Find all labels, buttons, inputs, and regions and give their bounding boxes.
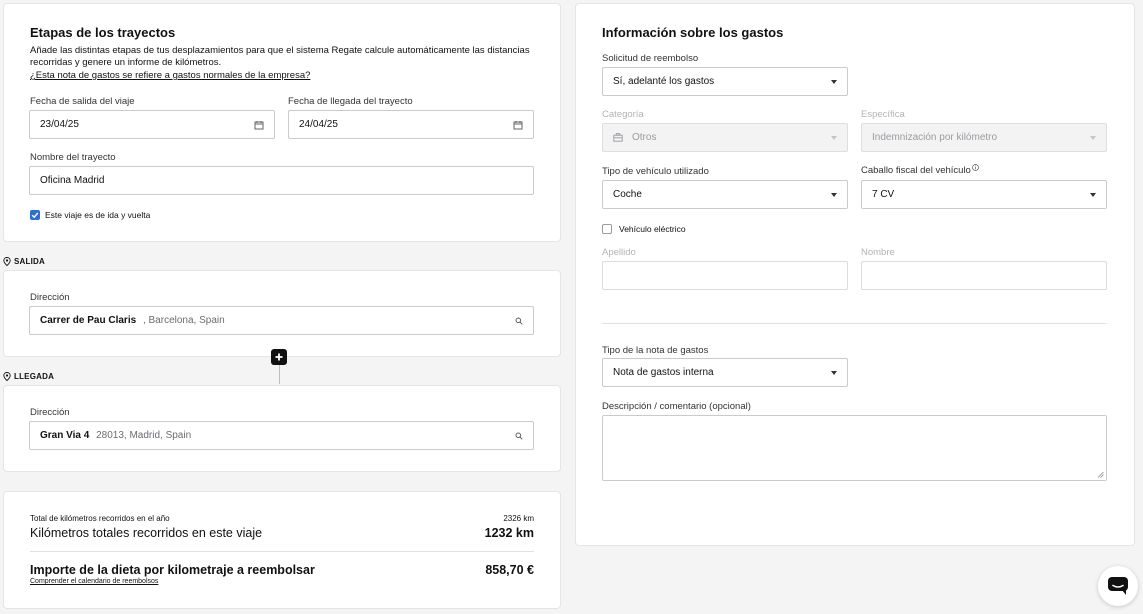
check-icon — [31, 212, 39, 219]
vehicle-value: Coche — [613, 189, 642, 200]
departure-date-input[interactable]: 23/04/25 — [29, 110, 275, 139]
arrival-date-input[interactable]: 24/04/25 — [288, 110, 534, 139]
pin-icon — [3, 257, 11, 266]
trip-name-value: Oficina Madrid — [40, 175, 105, 186]
trip-stages-title: Etapas de los trayectos — [30, 25, 176, 40]
search-icon[interactable] — [515, 432, 523, 440]
category-label: Categoría — [602, 109, 644, 120]
round-trip-checkbox[interactable] — [30, 210, 40, 220]
note-type-label: Tipo de la nota de gastos — [602, 345, 709, 356]
arrival-section-label: LLEGADA — [3, 372, 54, 381]
trip-km-value: 1232 km — [484, 526, 534, 540]
chat-button[interactable] — [1098, 566, 1138, 606]
fiscal-label: Caballo fiscal del vehículo — [861, 164, 979, 176]
arrival-address-input[interactable]: Gran Via 4 28013, Madrid, Spain — [29, 421, 534, 450]
specific-select[interactable]: Indemnización por kilómetro — [861, 123, 1107, 152]
departure-address-main: Carrer de Pau Claris — [40, 315, 137, 326]
reimburse-value: 858,70 € — [485, 563, 534, 577]
refund-select[interactable]: Sí, adelanté los gastos — [602, 67, 848, 96]
arrival-date-value: 24/04/25 — [299, 119, 338, 130]
calendar-icon[interactable] — [513, 120, 523, 130]
chevron-down-icon — [831, 135, 837, 140]
round-trip-label: Este viaje es de ida y vuelta — [45, 210, 151, 220]
departure-date-label: Fecha de salida del viaje — [30, 96, 135, 107]
departure-section-label: SALIDA — [3, 257, 45, 266]
year-km-value: 2326 km — [503, 514, 534, 523]
comment-textarea[interactable] — [602, 415, 1107, 481]
refund-value: Sí, adelanté los gastos — [613, 76, 715, 87]
add-stage-button[interactable] — [271, 349, 287, 365]
arrival-date-label: Fecha de llegada del trayecto — [288, 96, 413, 107]
vehicle-select[interactable]: Coche — [602, 180, 848, 209]
specific-value: Indemnización por kilómetro — [872, 132, 998, 143]
trip-stages-description: Añade las distintas etapas de tus despla… — [30, 45, 530, 68]
lastname-label: Apellido — [602, 247, 636, 258]
fiscal-select[interactable]: 7 CV — [861, 180, 1107, 209]
departure-address-label: Dirección — [30, 292, 70, 303]
refund-label: Solicitud de reembolso — [602, 53, 699, 64]
firstname-label: Nombre — [861, 247, 895, 258]
chevron-down-icon — [831, 370, 837, 375]
summary-card — [3, 491, 561, 609]
comment-label: Descripción / comentario (opcional) — [602, 401, 751, 412]
trip-name-label: Nombre del trayecto — [30, 152, 116, 163]
calendar-link[interactable]: Comprender el calendario de reembolsos — [30, 578, 158, 585]
vehicle-label: Tipo de vehículo utilizado — [602, 166, 709, 177]
category-select[interactable]: Otros — [602, 123, 848, 152]
faq-link[interactable]: ¿Esta nota de gastos se refiere a gastos… — [30, 70, 310, 81]
note-type-select[interactable]: Nota de gastos interna — [602, 358, 848, 387]
electric-label: Vehículo eléctrico — [619, 224, 686, 234]
calendar-icon[interactable] — [254, 120, 264, 130]
chat-icon — [1108, 577, 1128, 595]
fiscal-value: 7 CV — [872, 189, 895, 200]
resize-handle-icon[interactable] — [1097, 471, 1104, 478]
stage-connector-line — [279, 364, 280, 384]
fiscal-label-text: Caballo fiscal del vehículo — [861, 165, 971, 176]
note-type-value: Nota de gastos interna — [613, 367, 714, 378]
briefcase-icon — [613, 133, 623, 142]
pin-icon — [3, 372, 11, 381]
arrival-address-rest: 28013, Madrid, Spain — [96, 430, 192, 441]
arrival-address-label: Dirección — [30, 407, 70, 418]
electric-checkbox[interactable] — [602, 224, 612, 234]
lastname-input[interactable] — [602, 261, 848, 290]
expenses-divider — [602, 323, 1107, 324]
departure-section-text: SALIDA — [14, 257, 45, 266]
chevron-down-icon — [831, 192, 837, 197]
year-km-label: Total de kilómetros recorridos en el año — [30, 514, 170, 523]
departure-date-value: 23/04/25 — [40, 119, 79, 130]
info-icon[interactable] — [971, 164, 979, 171]
plus-icon — [275, 353, 283, 361]
departure-address-rest: , Barcelona, Spain — [142, 315, 225, 326]
reimburse-label: Importe de la dieta por kilometraje a re… — [30, 563, 315, 577]
trip-km-label: Kilómetros totales recorridos en este vi… — [30, 526, 263, 540]
arrival-section-text: LLEGADA — [14, 372, 55, 381]
chevron-down-icon — [831, 79, 837, 84]
chevron-down-icon — [1090, 192, 1096, 197]
departure-address-input[interactable]: Carrer de Pau Claris , Barcelona, Spain — [29, 306, 534, 335]
summary-divider — [30, 551, 534, 552]
category-value: Otros — [632, 132, 657, 143]
chevron-down-icon — [1090, 135, 1096, 140]
firstname-input[interactable] — [861, 261, 1107, 290]
search-icon[interactable] — [515, 317, 523, 325]
arrival-address-main: Gran Via 4 — [40, 430, 90, 441]
specific-label: Específica — [861, 109, 905, 120]
trip-name-input[interactable]: Oficina Madrid — [29, 166, 534, 195]
expenses-title: Información sobre los gastos — [602, 25, 784, 40]
